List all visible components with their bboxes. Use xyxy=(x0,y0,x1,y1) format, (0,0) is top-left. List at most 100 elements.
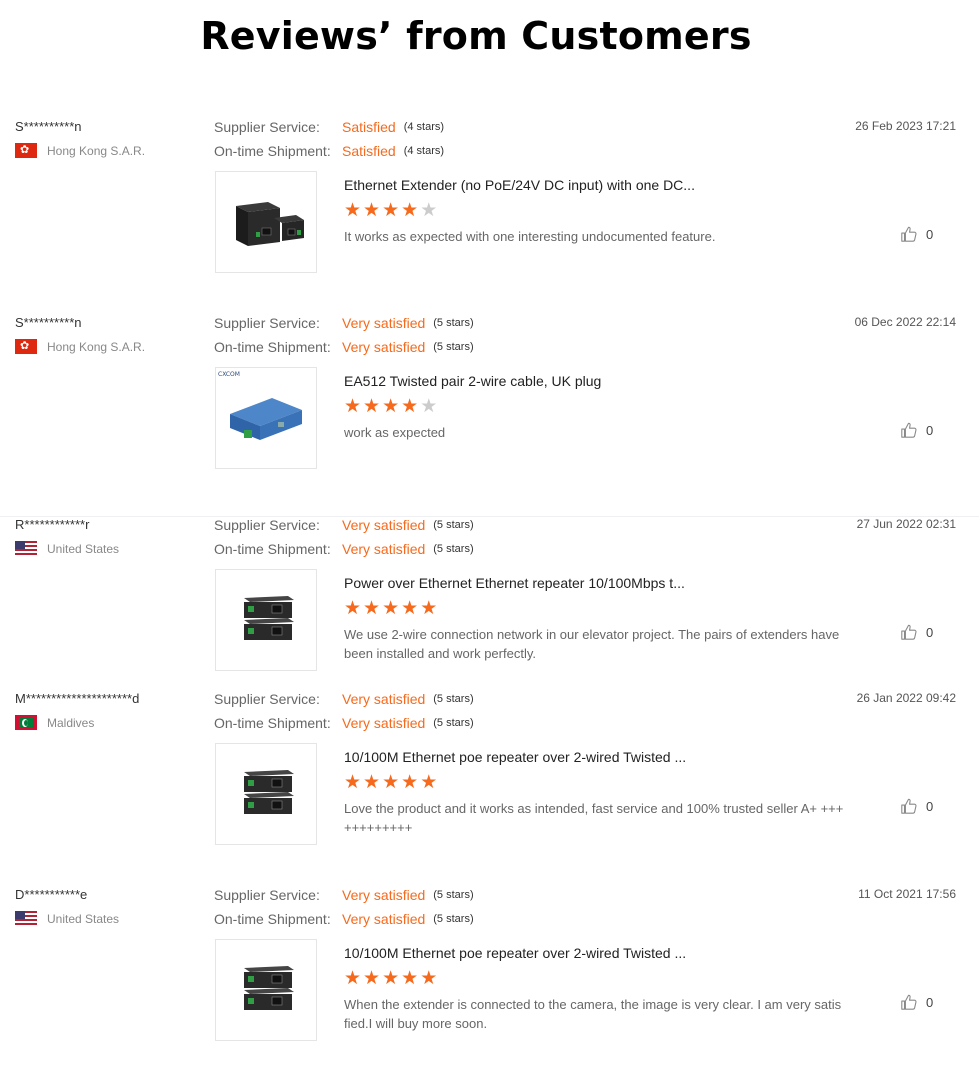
like-count: 0 xyxy=(926,798,934,814)
star-filled-icon: ★ xyxy=(382,200,400,221)
product-thumbnail[interactable] xyxy=(215,939,317,1041)
ontime-shipment-rating: On-time Shipment: Very satisfied (5 star… xyxy=(214,715,474,731)
review-item: M*********************d Maldives Supplie… xyxy=(0,691,979,871)
like-count: 0 xyxy=(926,624,934,640)
buyer-name: S**********n xyxy=(15,119,82,134)
review-date: 11 Oct 2021 17:56 xyxy=(858,887,956,901)
supplier-service-label: Supplier Service: xyxy=(214,119,320,135)
product-thumbnail[interactable] xyxy=(215,743,317,845)
product-name-link[interactable]: Ethernet Extender (no PoE/24V DC input) … xyxy=(344,177,695,193)
star-filled-icon: ★ xyxy=(344,396,362,417)
like-button[interactable]: 0 xyxy=(900,225,933,243)
ontime-shipment-stars: (4 stars) xyxy=(403,145,445,157)
blue-extender-image: CXCOM xyxy=(218,371,302,440)
supplier-service-stars: (4 stars) xyxy=(403,121,445,133)
country-name: Hong Kong S.A.R. xyxy=(47,339,146,354)
star-filled-icon: ★ xyxy=(382,772,400,793)
country-name: United States xyxy=(47,541,120,556)
like-count: 0 xyxy=(926,994,934,1010)
supplier-service-rating: Supplier Service: Very satisfied (5 star… xyxy=(214,887,474,903)
ontime-shipment-value: Very satisfied xyxy=(342,339,426,355)
ontime-shipment-value: Satisfied xyxy=(342,143,396,159)
review-item: R************r United States Supplier Se… xyxy=(0,516,979,697)
buyer-name: D***********e xyxy=(15,887,88,902)
ontime-shipment-label: On-time Shipment: xyxy=(214,143,331,159)
supplier-service-label: Supplier Service: xyxy=(214,691,320,707)
ontime-shipment-rating: On-time Shipment: Very satisfied (5 star… xyxy=(214,339,474,355)
product-thumbnail[interactable]: CXCOM xyxy=(215,367,317,469)
review-date: 06 Dec 2022 22:14 xyxy=(854,315,956,329)
review-comment: work as expected xyxy=(344,425,446,440)
star-filled-icon: ★ xyxy=(382,396,400,417)
supplier-service-value: Very satisfied xyxy=(342,691,426,707)
buyer-country: Hong Kong S.A.R. xyxy=(15,143,145,158)
hong-kong-flag-icon xyxy=(15,339,37,354)
ontime-shipment-stars: (5 stars) xyxy=(433,543,474,555)
star-filled-icon: ★ xyxy=(401,598,419,619)
star-filled-icon: ★ xyxy=(363,772,381,793)
ontime-shipment-value: Very satisfied xyxy=(342,715,426,731)
like-count: 0 xyxy=(926,422,934,438)
ontime-shipment-value: Very satisfied xyxy=(342,911,426,927)
united-states-flag-icon xyxy=(15,911,37,926)
ethernet-extender-image xyxy=(236,202,304,246)
country-name: Maldives xyxy=(47,715,95,730)
page-title: Reviews’ from Customers xyxy=(200,14,752,58)
supplier-service-rating: Supplier Service: Very satisfied (5 star… xyxy=(214,315,474,331)
stacked-repeater-image xyxy=(244,596,294,640)
buyer-name: R************r xyxy=(15,517,90,532)
stacked-repeater-image xyxy=(244,770,294,814)
country-name: United States xyxy=(47,911,120,926)
ontime-shipment-label: On-time Shipment: xyxy=(214,541,331,557)
product-name-link[interactable]: 10/100M Ethernet poe repeater over 2-wir… xyxy=(344,749,686,765)
star-filled-icon: ★ xyxy=(420,772,438,793)
product-name-link[interactable]: EA512 Twisted pair 2-wire cable, UK plug xyxy=(344,373,601,389)
review-comment: It works as expected with one interestin… xyxy=(344,229,716,244)
hong-kong-flag-icon xyxy=(15,143,37,158)
review-item: S**********n Hong Kong S.A.R. Supplier S… xyxy=(0,315,979,495)
star-filled-icon: ★ xyxy=(363,598,381,619)
supplier-service-rating: Supplier Service: Satisfied (4 stars) xyxy=(214,119,444,135)
star-filled-icon: ★ xyxy=(344,598,362,619)
supplier-service-value: Very satisfied xyxy=(342,315,426,331)
product-thumbnail[interactable] xyxy=(215,569,317,671)
star-filled-icon: ★ xyxy=(363,200,381,221)
supplier-service-stars: (5 stars) xyxy=(433,889,474,901)
like-button[interactable]: 0 xyxy=(900,421,933,439)
star-filled-icon: ★ xyxy=(344,772,362,793)
supplier-service-label: Supplier Service: xyxy=(214,887,320,903)
star-filled-icon: ★ xyxy=(401,968,419,989)
like-button[interactable]: 0 xyxy=(900,797,933,815)
thumbs-up-icon xyxy=(901,624,917,640)
star-filled-icon: ★ xyxy=(363,396,381,417)
ontime-shipment-label: On-time Shipment: xyxy=(214,339,331,355)
star-filled-icon: ★ xyxy=(401,200,419,221)
stacked-repeater-image xyxy=(244,966,294,1010)
review-date: 26 Jan 2022 09:42 xyxy=(856,691,956,705)
supplier-service-rating: Supplier Service: Very satisfied (5 star… xyxy=(214,691,474,707)
ontime-shipment-rating: On-time Shipment: Satisfied (4 stars) xyxy=(214,143,444,159)
star-filled-icon: ★ xyxy=(401,396,419,417)
like-count: 0 xyxy=(926,226,934,242)
like-button[interactable]: 0 xyxy=(900,993,933,1011)
product-name-link[interactable]: 10/100M Ethernet poe repeater over 2-wir… xyxy=(344,945,686,961)
star-filled-icon: ★ xyxy=(420,968,438,989)
ontime-shipment-stars: (5 stars) xyxy=(433,913,474,925)
ontime-shipment-label: On-time Shipment: xyxy=(214,715,331,731)
product-name-link[interactable]: Power over Ethernet Ethernet repeater 10… xyxy=(344,575,685,591)
review-comment: When the extender is connected to the ca… xyxy=(344,997,842,1031)
product-thumbnail[interactable] xyxy=(215,171,317,273)
ontime-shipment-label: On-time Shipment: xyxy=(214,911,331,927)
like-button[interactable]: 0 xyxy=(900,623,933,641)
thumbs-up-icon xyxy=(901,994,917,1010)
product-star-rating: ★ ★ ★ ★ ★ xyxy=(344,598,437,619)
star-filled-icon: ★ xyxy=(382,968,400,989)
buyer-country: United States xyxy=(15,541,119,556)
supplier-service-value: Very satisfied xyxy=(342,517,426,533)
ontime-shipment-rating: On-time Shipment: Very satisfied (5 star… xyxy=(214,541,474,557)
supplier-service-value: Very satisfied xyxy=(342,887,426,903)
star-filled-icon: ★ xyxy=(344,968,362,989)
supplier-service-rating: Supplier Service: Very satisfied (5 star… xyxy=(214,517,474,533)
product-star-rating: ★ ★ ★ ★ ★ xyxy=(344,772,438,793)
thumbs-up-icon xyxy=(901,422,917,438)
